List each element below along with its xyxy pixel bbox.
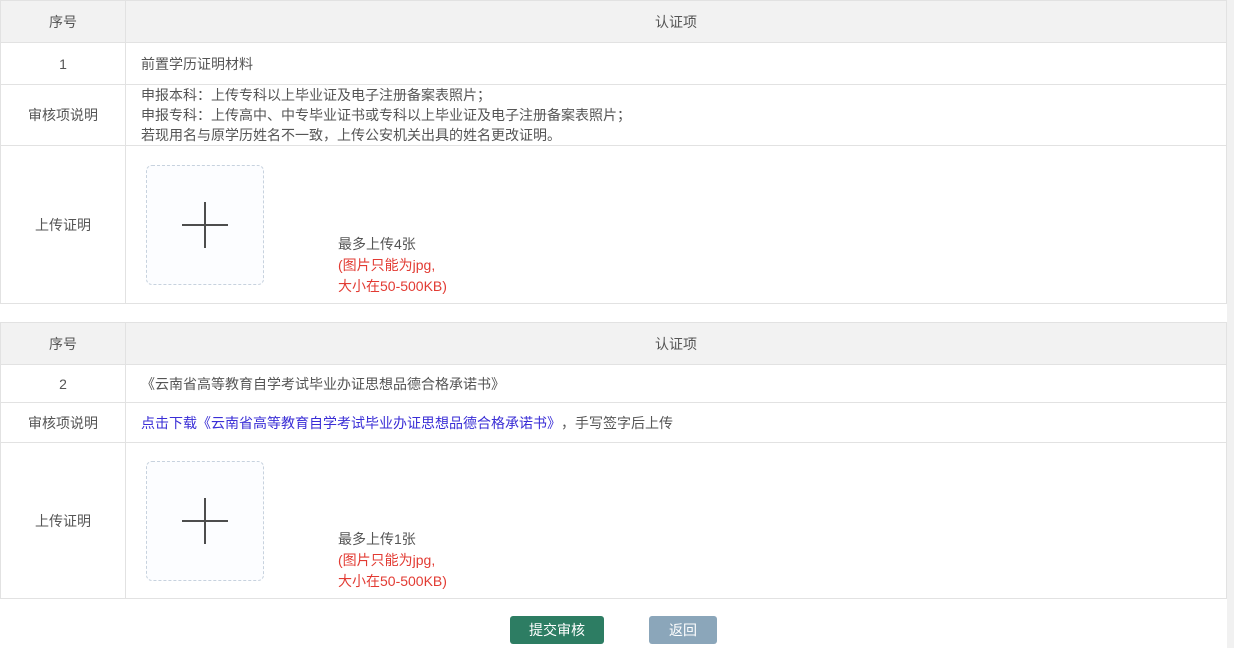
table-row: 上传证明 最多上传4张 (图片只能为jpg, 大小在50-500KB) (1, 146, 1226, 303)
review-note-label: 审核项说明 (1, 403, 126, 442)
upload-picture-button[interactable] (146, 165, 264, 285)
plus-icon (182, 202, 228, 248)
table-header-row: 序号 认证项 (1, 1, 1226, 43)
back-button[interactable]: 返回 (649, 616, 717, 644)
upload-hint-block: 最多上传4张 (图片只能为jpg, 大小在50-500KB) (338, 234, 447, 297)
table-row: 审核项说明 申报本科：上传专科以上毕业证及电子注册备案表照片； 申报专科：上传高… (1, 85, 1226, 146)
review-note-text: 申报本科：上传专科以上毕业证及电子注册备案表照片； 申报专科：上传高中、中专毕业… (126, 85, 1226, 145)
table-row: 1 前置学历证明材料 (1, 43, 1226, 85)
upload-max-count: 最多上传1张 (338, 529, 447, 550)
download-template-link[interactable]: 点击下载《云南省高等教育自学考试毕业办证思想品德合格承诺书》 (141, 413, 561, 433)
certification-table-1: 序号 认证项 1 前置学历证明材料 审核项说明 申报本科：上传专科以上毕业证及电… (0, 0, 1227, 304)
table-row: 2 《云南省高等教育自学考试毕业办证思想品德合格承诺书》 (1, 365, 1226, 403)
review-suffix-text: ，手写签字后上传 (561, 413, 673, 433)
scrollbar-track[interactable] (1227, 0, 1234, 648)
review-note-label: 审核项说明 (1, 85, 126, 145)
upload-proof-label: 上传证明 (1, 443, 126, 598)
page-content: 序号 认证项 1 前置学历证明材料 审核项说明 申报本科：上传专科以上毕业证及电… (0, 0, 1227, 644)
upload-size-restriction: 大小在50-500KB) (338, 571, 447, 592)
upload-format-restriction: (图片只能为jpg, (338, 255, 447, 276)
column-header-cert-item: 认证项 (126, 323, 1226, 364)
certification-table-2: 序号 认证项 2 《云南省高等教育自学考试毕业办证思想品德合格承诺书》 审核项说… (0, 322, 1227, 599)
upload-picture-button[interactable] (146, 461, 264, 581)
review-line-2: 申报专科：上传高中、中专毕业证书或专科以上毕业证及电子注册备案表照片； (141, 105, 631, 125)
action-bar: 提交审核 返回 (0, 616, 1227, 644)
review-line-3: 若现用名与原学历姓名不一致，上传公安机关出具的姓名更改证明。 (141, 125, 631, 145)
submit-review-button[interactable]: 提交审核 (510, 616, 604, 644)
table-row: 审核项说明 点击下载《云南省高等教育自学考试毕业办证思想品德合格承诺书》，手写签… (1, 403, 1226, 443)
table-header-row: 序号 认证项 (1, 323, 1226, 365)
plus-icon (182, 498, 228, 544)
table-row: 上传证明 最多上传1张 (图片只能为jpg, 大小在50-500KB) (1, 443, 1226, 598)
cert-item-name: 《云南省高等教育自学考试毕业办证思想品德合格承诺书》 (126, 365, 1226, 402)
column-header-cert-item: 认证项 (126, 1, 1226, 42)
upload-proof-label: 上传证明 (1, 146, 126, 303)
column-header-serial: 序号 (1, 1, 126, 42)
cert-item-name: 前置学历证明材料 (126, 43, 1226, 84)
serial-number: 1 (1, 43, 126, 84)
review-note-text: 点击下载《云南省高等教育自学考试毕业办证思想品德合格承诺书》，手写签字后上传 (126, 403, 1226, 442)
upload-size-restriction: 大小在50-500KB) (338, 276, 447, 297)
upload-format-restriction: (图片只能为jpg, (338, 550, 447, 571)
review-line-1: 申报本科：上传专科以上毕业证及电子注册备案表照片； (141, 85, 631, 105)
column-header-serial: 序号 (1, 323, 126, 364)
upload-area: 最多上传1张 (图片只能为jpg, 大小在50-500KB) (126, 443, 1226, 598)
upload-area: 最多上传4张 (图片只能为jpg, 大小在50-500KB) (126, 146, 1226, 303)
upload-max-count: 最多上传4张 (338, 234, 447, 255)
upload-hint-block: 最多上传1张 (图片只能为jpg, 大小在50-500KB) (338, 529, 447, 592)
serial-number: 2 (1, 365, 126, 402)
